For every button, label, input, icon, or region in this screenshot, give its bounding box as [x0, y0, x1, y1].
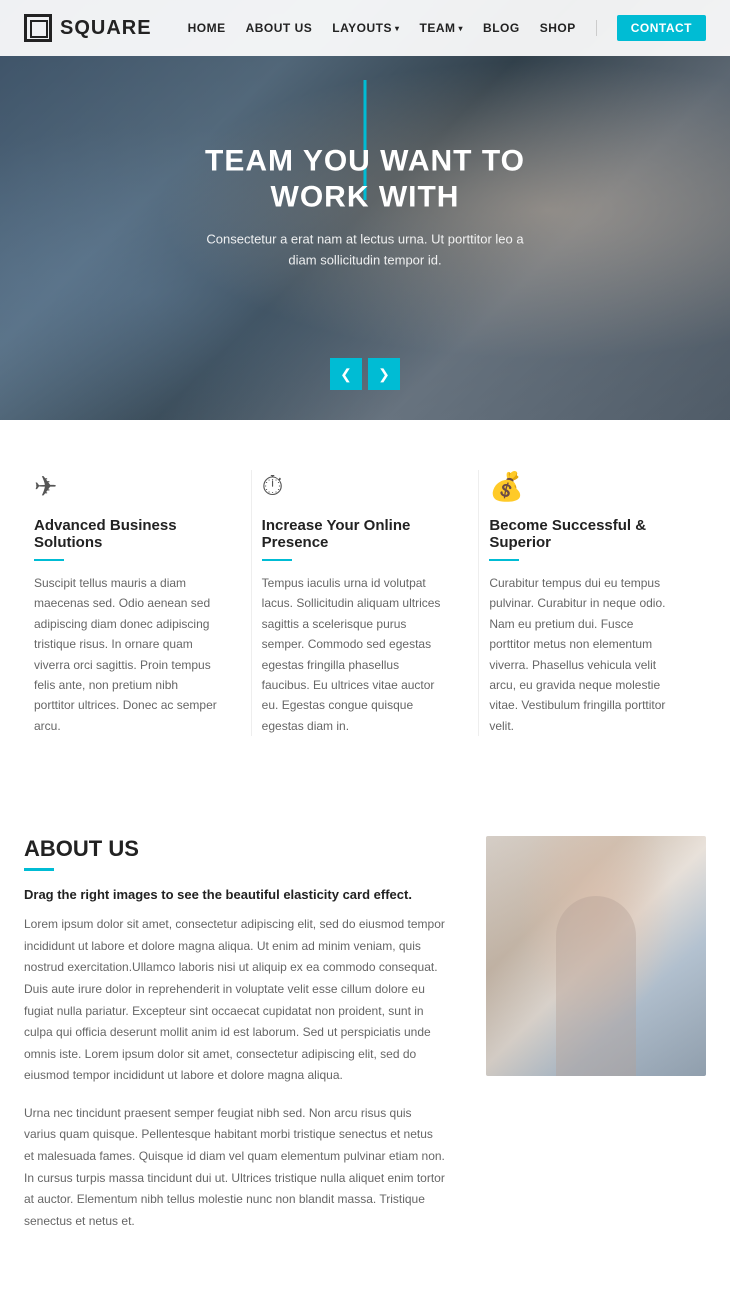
feature-underline-1: [34, 559, 64, 561]
nav-blog[interactable]: BLOG: [483, 21, 520, 35]
hero-content: TEAM YOU WANT TO WORK WITH Consectetur a…: [195, 144, 535, 272]
nav-layouts[interactable]: LAYOUTS ▾: [332, 21, 399, 35]
navigation: HOME ABOUT US LAYOUTS ▾ TEAM ▾ BLOG SHOP…: [188, 15, 706, 41]
feature-underline-3: [489, 559, 519, 561]
feature-text-2: Tempus iaculis urna id volutpat lacus. S…: [262, 573, 449, 736]
hero-title: TEAM YOU WANT TO WORK WITH: [195, 144, 535, 216]
chevron-down-icon: ▾: [395, 24, 400, 33]
features-section: ✈ Advanced Business Solutions Suscipit t…: [0, 420, 730, 786]
feature-title-2: Increase Your Online Presence: [262, 517, 449, 551]
feature-text-1: Suscipit tellus mauris a diam maecenas s…: [34, 573, 221, 736]
plane-icon: ✈: [34, 470, 221, 503]
feature-underline-2: [262, 559, 292, 561]
about-right: [486, 836, 706, 1076]
nav-home[interactable]: HOME: [188, 21, 226, 35]
feature-title-3: Become Successful & Superior: [489, 517, 676, 551]
about-image: [486, 836, 706, 1076]
money-icon: 💰: [489, 470, 676, 503]
about-text-2: Urna nec tincidunt praesent semper feugi…: [24, 1103, 446, 1233]
header: SQUARE HOME ABOUT US LAYOUTS ▾ TEAM ▾ BL…: [0, 0, 730, 56]
feature-item-2: ⏱ Increase Your Online Presence Tempus i…: [252, 470, 480, 736]
feature-text-3: Curabitur tempus dui eu tempus pulvinar.…: [489, 573, 676, 736]
nav-shop[interactable]: SHOP: [540, 21, 576, 35]
about-text-1: Lorem ipsum dolor sit amet, consectetur …: [24, 914, 446, 1087]
nav-about[interactable]: ABOUT US: [246, 21, 313, 35]
about-section: ABOUT US Drag the right images to see th…: [0, 786, 730, 1298]
about-title: ABOUT US: [24, 836, 446, 862]
hero-prev-button[interactable]: ❮: [330, 358, 362, 390]
logo-icon: [24, 14, 52, 42]
hero-arrows: ❮ ❯: [330, 358, 400, 390]
nav-contact[interactable]: CONTACT: [617, 15, 706, 41]
hero-next-button[interactable]: ❯: [368, 358, 400, 390]
nav-team[interactable]: TEAM ▾: [420, 21, 464, 35]
logo-text: SQUARE: [60, 17, 152, 40]
about-title-underline: [24, 868, 54, 871]
feature-item-1: ✈ Advanced Business Solutions Suscipit t…: [24, 470, 252, 736]
clock-icon: ⏱: [262, 470, 449, 503]
chevron-down-icon: ▾: [459, 24, 464, 33]
hero-subtitle: Consectetur a erat nam at lectus urna. U…: [195, 230, 535, 272]
about-left: ABOUT US Drag the right images to see th…: [24, 836, 446, 1248]
logo[interactable]: SQUARE: [24, 14, 152, 42]
nav-divider: [596, 20, 597, 36]
about-subtitle: Drag the right images to see the beautif…: [24, 887, 446, 902]
feature-item-3: 💰 Become Successful & Superior Curabitur…: [479, 470, 706, 736]
hero-section: TEAM YOU WANT TO WORK WITH Consectetur a…: [0, 0, 730, 420]
feature-title-1: Advanced Business Solutions: [34, 517, 221, 551]
